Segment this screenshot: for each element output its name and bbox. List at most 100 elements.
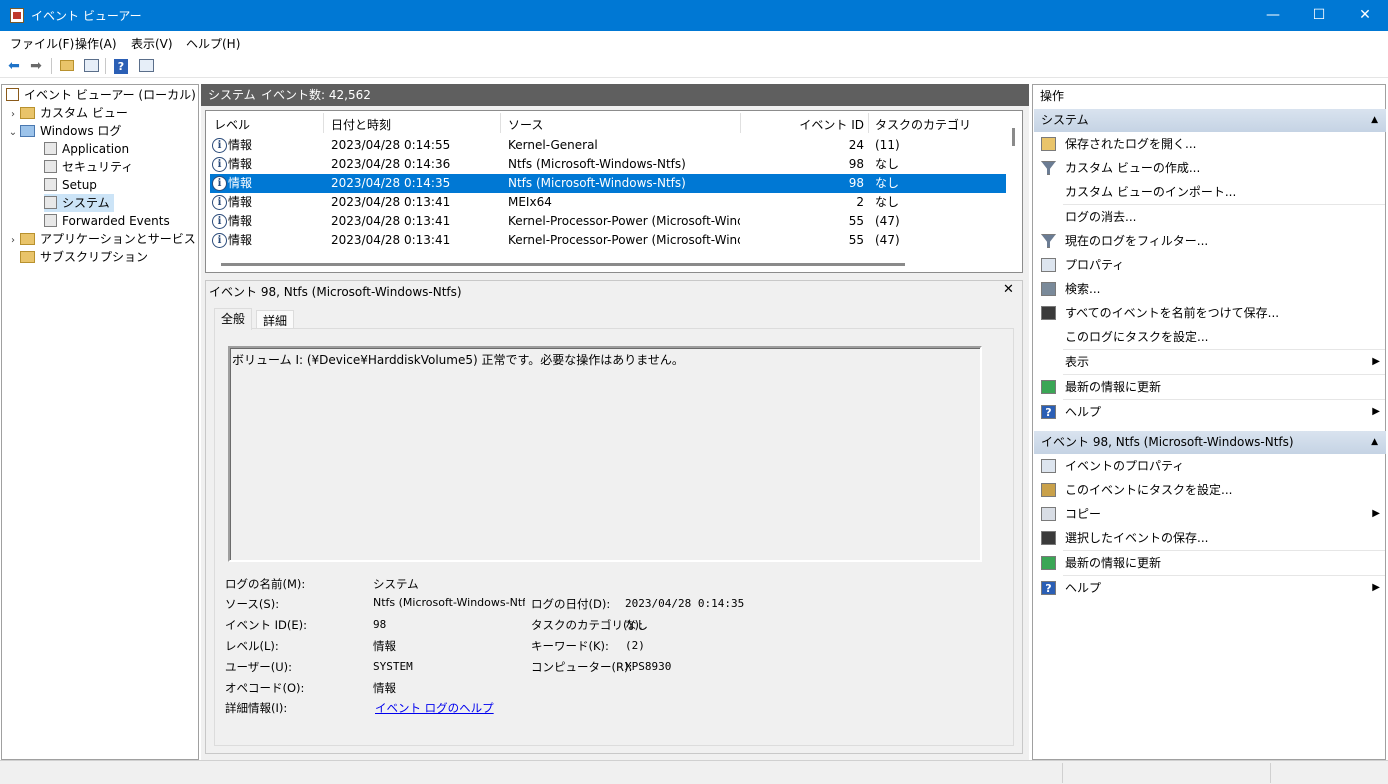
log-icon xyxy=(44,214,57,227)
tab-general[interactable]: 全般 xyxy=(214,308,253,330)
action-clear-log[interactable]: ログの消去... xyxy=(1034,205,1386,229)
scrollbar-thumb[interactable] xyxy=(1012,128,1015,146)
cell-category: (11) xyxy=(875,138,900,152)
action-refresh[interactable]: 最新の情報に更新 xyxy=(1034,551,1386,575)
help-icon[interactable]: ? xyxy=(111,57,131,75)
column-header-level[interactable]: レベル xyxy=(214,116,250,133)
keywords-value: (2) xyxy=(625,639,645,652)
action-filter-current-log[interactable]: 現在のログをフィルター... xyxy=(1034,229,1386,253)
action-help[interactable]: ? ヘルプ ▶ xyxy=(1034,576,1386,600)
event-list[interactable]: レベル 日付と時刻 ソース イベント ID タスクのカテゴリ i 情報 2023/0… xyxy=(205,110,1023,273)
column-divider[interactable] xyxy=(740,113,741,133)
column-divider[interactable] xyxy=(500,113,501,133)
event-list-vertical-scrollbar[interactable] xyxy=(1007,122,1021,252)
show-hide-tree-icon[interactable] xyxy=(81,57,101,75)
forward-arrow-icon[interactable]: ➡ xyxy=(26,57,46,75)
event-count: イベント数: 42,562 xyxy=(261,88,371,102)
column-header-source[interactable]: ソース xyxy=(508,116,543,133)
menu-help[interactable]: ヘルプ(H) xyxy=(186,35,240,52)
table-row[interactable]: i 情報 2023/04/28 0:14:55 Kernel-General 24 (11… xyxy=(210,136,1006,155)
tree-node-security[interactable]: セキュリティ xyxy=(44,158,133,176)
back-arrow-icon[interactable]: ⬅ xyxy=(4,57,24,75)
actions-section-event[interactable]: イベント 98, Ntfs (Microsoft-Windows-Ntfs) ▲ xyxy=(1034,431,1386,454)
refresh-icon xyxy=(1041,556,1056,570)
column-header-datetime[interactable]: 日付と時刻 xyxy=(331,116,391,133)
table-row[interactable]: i 情報 2023/04/28 0:14:35 Ntfs (Microsoft-Win… xyxy=(210,174,1006,193)
action-event-properties[interactable]: イベントのプロパティ xyxy=(1034,454,1386,478)
action-attach-task-to-log[interactable]: このログにタスクを設定... xyxy=(1034,325,1386,349)
chevron-right-icon[interactable]: › xyxy=(6,232,20,250)
window-title: イベント ビューアー xyxy=(31,9,142,23)
column-divider[interactable] xyxy=(323,113,324,133)
menu-view[interactable]: 表示(V) xyxy=(131,35,173,52)
chevron-down-icon[interactable]: ⌄ xyxy=(6,124,20,142)
computer-value: XPS8930 xyxy=(625,660,672,673)
submenu-arrow-icon: ▶ xyxy=(1372,582,1380,593)
partial-row xyxy=(210,253,1006,258)
tree-node-system[interactable]: システム xyxy=(44,194,114,212)
action-label: すべてのイベントを名前をつけて保存... xyxy=(1065,306,1280,320)
action-label: 検索... xyxy=(1065,282,1101,296)
table-row[interactable]: i 情報 2023/04/28 0:13:41 Kernel-Processor-Po… xyxy=(210,231,1006,250)
column-header-category[interactable]: タスクのカテゴリ xyxy=(875,116,971,133)
event-viewer-app-icon xyxy=(10,8,24,23)
menu-file[interactable]: ファイル(F) xyxy=(10,35,74,52)
show-hide-action-pane-icon[interactable] xyxy=(136,57,156,75)
user-value: SYSTEM xyxy=(373,660,413,673)
tree-node-root[interactable]: イベント ビューアー (ローカル) xyxy=(6,86,196,104)
action-refresh[interactable]: 最新の情報に更新 xyxy=(1034,375,1386,399)
action-import-custom-view[interactable]: カスタム ビューのインポート... xyxy=(1034,180,1386,204)
help-icon: ? xyxy=(1041,405,1056,419)
action-copy[interactable]: コピー ▶ xyxy=(1034,502,1386,526)
event-list-horizontal-scrollbar[interactable] xyxy=(221,263,905,266)
cell-id: 55 xyxy=(848,214,864,228)
cell-category: (47) xyxy=(875,214,900,228)
status-divider xyxy=(1270,763,1271,783)
status-bar xyxy=(0,760,1388,784)
tree-node-application[interactable]: Application xyxy=(44,140,129,158)
log-icon xyxy=(44,196,57,209)
action-find[interactable]: 検索... xyxy=(1034,277,1386,301)
collapse-triangle-icon[interactable]: ▲ xyxy=(1371,431,1378,454)
action-view[interactable]: 表示 ▶ xyxy=(1034,350,1386,374)
action-save-selected-events[interactable]: 選択したイベントの保存... xyxy=(1034,526,1386,550)
cell-source: Ntfs (Microsoft-Windows-Ntfs) xyxy=(508,176,686,190)
table-row[interactable]: i 情報 2023/04/28 0:13:41 Kernel-Processor-Po… xyxy=(210,212,1006,231)
action-properties[interactable]: プロパティ xyxy=(1034,253,1386,277)
action-label: このイベントにタスクを設定... xyxy=(1065,483,1233,497)
action-attach-task-to-event[interactable]: このイベントにタスクを設定... xyxy=(1034,478,1386,502)
tab-details[interactable]: 詳細 xyxy=(256,310,295,329)
table-row[interactable]: i 情報 2023/04/28 0:13:41 MEIx64 2 なし xyxy=(210,193,1006,212)
tree-node-forwarded-events[interactable]: Forwarded Events xyxy=(44,212,170,230)
table-row[interactable]: i 情報 2023/04/28 0:14:36 Ntfs (Microsoft-Win… xyxy=(210,155,1006,174)
action-help[interactable]: ? ヘルプ ▶ xyxy=(1034,400,1386,424)
maximize-button[interactable]: ☐ xyxy=(1296,0,1342,31)
event-message-box[interactable]: ボリューム I: (¥Device¥HarddiskVolume5) 正常です。… xyxy=(228,346,982,562)
tree-node-subscriptions[interactable]: サブスクリプション xyxy=(20,248,148,266)
tree-node-windows-logs[interactable]: ⌄ Windows ログ xyxy=(6,122,122,142)
event-log-help-link[interactable]: イベント ログのヘルプ xyxy=(375,700,494,716)
folder-icon xyxy=(20,107,35,119)
status-divider xyxy=(1062,763,1063,783)
action-label: 最新の情報に更新 xyxy=(1065,380,1162,394)
tree-node-app-service-logs[interactable]: › アプリケーションとサービス ログ xyxy=(6,230,224,248)
cell-category: (47) xyxy=(875,233,900,247)
menu-action[interactable]: 操作(A) xyxy=(75,35,117,52)
action-label: イベントのプロパティ xyxy=(1065,459,1185,473)
action-create-custom-view[interactable]: カスタム ビューの作成... xyxy=(1034,156,1386,180)
actions-section-system[interactable]: システム ▲ xyxy=(1034,109,1386,132)
minimize-button[interactable]: — xyxy=(1250,0,1296,31)
tree-node-custom-views[interactable]: › カスタム ビュー xyxy=(6,104,128,122)
action-save-all-events-as[interactable]: すべてのイベントを名前をつけて保存... xyxy=(1034,301,1386,325)
action-open-saved-log[interactable]: 保存されたログを開く... xyxy=(1034,132,1386,156)
close-button[interactable]: ✕ xyxy=(1342,0,1388,31)
opcode-value: 情報 xyxy=(373,681,396,695)
close-icon[interactable]: ✕ xyxy=(1003,282,1014,297)
cell-level: 情報 xyxy=(228,138,253,152)
tree-node-setup[interactable]: Setup xyxy=(44,176,97,194)
cell-datetime: 2023/04/28 0:14:55 xyxy=(331,138,451,152)
column-header-event-id[interactable]: イベント ID xyxy=(742,116,864,133)
folder-up-icon[interactable] xyxy=(57,57,77,75)
collapse-triangle-icon[interactable]: ▲ xyxy=(1371,109,1378,132)
column-divider[interactable] xyxy=(868,113,869,133)
